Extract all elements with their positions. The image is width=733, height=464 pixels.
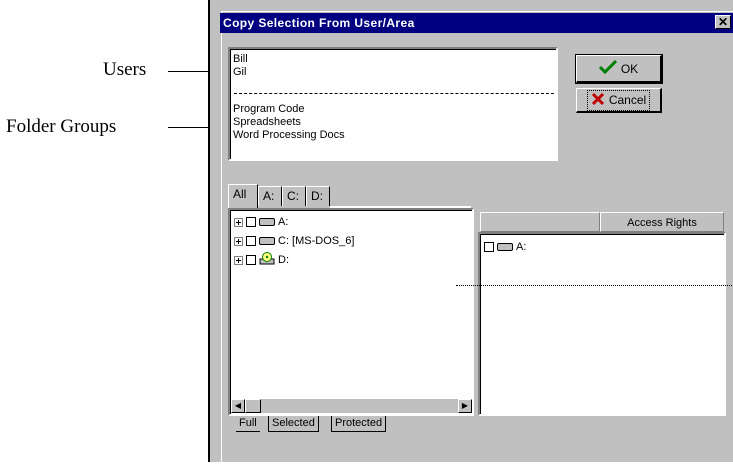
list-item[interactable]: A: xyxy=(484,240,526,254)
hard-drive-icon xyxy=(259,237,275,245)
checkbox[interactable] xyxy=(484,242,494,252)
tab-a[interactable]: A: xyxy=(258,186,282,206)
list-separator xyxy=(234,93,554,94)
list-item-folder-group[interactable]: Word Processing Docs xyxy=(233,129,345,142)
column-header-blank[interactable] xyxy=(480,212,600,232)
title-bar[interactable]: Copy Selection From User/Area ✕ xyxy=(220,13,733,33)
list-item-folder-group[interactable]: Spreadsheets xyxy=(233,116,301,129)
dialog-title: Copy Selection From User/Area xyxy=(223,16,415,30)
checkbox[interactable] xyxy=(246,236,256,246)
checkbox[interactable] xyxy=(246,255,256,265)
close-button[interactable]: ✕ xyxy=(715,15,731,29)
cancel-x-icon xyxy=(591,92,605,109)
access-rights-list[interactable]: A: xyxy=(478,232,726,416)
expand-icon[interactable] xyxy=(234,255,243,265)
cd-drive-icon xyxy=(259,252,275,268)
ok-label: OK xyxy=(620,61,639,76)
tab-d[interactable]: D: xyxy=(306,186,330,206)
tree-horizontal-scrollbar[interactable]: ◀ ▶ xyxy=(231,399,472,413)
cancel-label: Cancel xyxy=(608,93,647,107)
folder-groups-callout: Folder Groups xyxy=(6,116,117,137)
checkbox[interactable] xyxy=(246,217,256,227)
tab-c[interactable]: C: xyxy=(282,186,306,206)
tree-item-a[interactable]: A: xyxy=(234,215,288,229)
expand-icon[interactable] xyxy=(234,217,243,227)
tab-protected[interactable]: Protected xyxy=(331,416,387,432)
floppy-drive-icon xyxy=(259,218,275,226)
tab-all[interactable]: All xyxy=(228,184,258,208)
tab-full[interactable]: Full xyxy=(236,416,260,432)
tree-item-c[interactable]: C: [MS-DOS_6] xyxy=(234,234,354,248)
floppy-drive-icon xyxy=(497,243,513,251)
scroll-left-button[interactable]: ◀ xyxy=(231,399,245,413)
cancel-button[interactable]: Cancel xyxy=(576,88,662,113)
expand-icon[interactable] xyxy=(234,236,243,246)
list-item-folder-group[interactable]: Program Code xyxy=(233,103,305,116)
drive-tree[interactable]: A: C: [MS-DOS_6] D: ◀ ▶ xyxy=(228,208,474,416)
splitter-guide xyxy=(456,285,732,286)
ok-button[interactable]: OK xyxy=(575,54,663,84)
list-item-user[interactable]: Gil xyxy=(233,66,246,79)
tree-item-d[interactable]: D: xyxy=(234,252,289,268)
scroll-thumb[interactable] xyxy=(245,399,261,413)
users-callout: Users xyxy=(103,59,147,80)
tab-selected[interactable]: Selected xyxy=(268,416,319,432)
list-item-user[interactable]: Bill xyxy=(233,53,248,66)
source-list[interactable]: Bill Gil Program Code Spreadsheets Word … xyxy=(228,47,558,161)
scroll-right-button[interactable]: ▶ xyxy=(458,399,472,413)
column-header-access-rights[interactable]: Access Rights xyxy=(600,212,724,232)
checkmark-icon xyxy=(598,59,617,77)
close-icon: ✕ xyxy=(717,15,729,29)
